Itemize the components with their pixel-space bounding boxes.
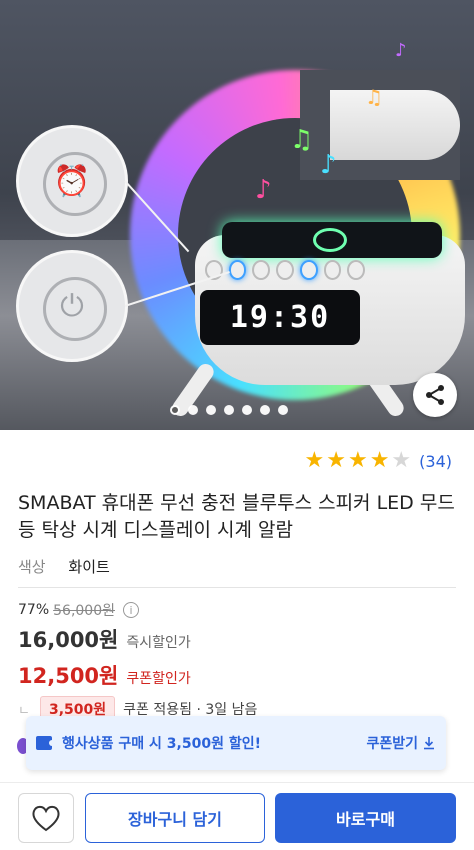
divider	[18, 587, 456, 588]
product-title: SMABAT 휴대폰 무선 충전 블루투스 스피커 LED 무드등 탁상 시계 …	[18, 492, 455, 541]
pagination-dot[interactable]	[260, 405, 270, 415]
option-key: 색상	[18, 558, 46, 576]
wishlist-button[interactable]	[18, 793, 74, 843]
instant-price: 16,000원	[18, 628, 119, 652]
coupon-banner[interactable]: 행사상품 구매 시 3,500원 할인! 쿠폰받기	[26, 716, 446, 770]
add-to-cart-button[interactable]: 장바구니 담기	[85, 793, 265, 843]
review-count[interactable]: (34)	[419, 452, 452, 471]
share-icon	[426, 385, 444, 405]
bottom-action-bar: 장바구니 담기 바로구매	[0, 782, 474, 850]
music-note-icon: ♪	[320, 150, 337, 180]
music-note-icon: ♪	[255, 175, 272, 205]
coupon-icon	[36, 736, 55, 750]
music-note-icon: ♫	[290, 125, 314, 155]
pagination-dot[interactable]	[242, 405, 252, 415]
star-icon: ★	[391, 448, 412, 473]
buy-now-button[interactable]: 바로구매	[275, 793, 456, 843]
pagination-dot[interactable]	[206, 405, 216, 415]
alarm-callout: ⏰	[16, 125, 128, 237]
alarm-clock-icon: ⏰	[53, 163, 91, 199]
power-callout: ⏻	[16, 250, 128, 362]
coupon-price: 12,500원	[18, 664, 119, 688]
clock-display: 19:30	[200, 290, 360, 345]
instant-price-label: 즉시할인가	[126, 635, 191, 651]
option-row: 색상 화이트	[18, 556, 110, 577]
star-icon: ★	[369, 448, 390, 473]
share-button[interactable]	[413, 373, 457, 417]
pagination-dot[interactable]	[224, 405, 234, 415]
discount-row: 77% 56,000원 i	[18, 600, 139, 620]
coupon-price-row: 12,500원 쿠폰할인가	[18, 660, 191, 690]
pagination-dot[interactable]	[170, 405, 180, 415]
lamp-arm	[330, 90, 460, 160]
coupon-price-label: 쿠폰할인가	[126, 671, 191, 687]
original-price: 56,000원	[53, 603, 115, 619]
charger-ring	[313, 228, 347, 252]
pagination-dot[interactable]	[188, 405, 198, 415]
star-icon: ★	[326, 448, 346, 473]
banner-message: 행사상품 구매 시 3,500원 할인!	[62, 736, 261, 752]
star-icon: ★	[304, 448, 325, 473]
discount-percent: 77%	[18, 602, 50, 618]
star-icon: ★	[347, 448, 368, 473]
product-image[interactable]: 19:30 ♪ ♫ ♪ ♫ ♪ ⏰ ⏻	[0, 0, 474, 430]
get-coupon-button[interactable]: 쿠폰받기	[366, 733, 436, 753]
rating[interactable]: ★ ★ ★ ★ ★ (34)	[304, 450, 452, 472]
download-icon	[424, 737, 434, 750]
music-note-icon: ♪	[395, 40, 407, 61]
power-icon: ⏻	[60, 288, 84, 324]
image-pagination[interactable]	[170, 405, 288, 415]
pagination-dot[interactable]	[278, 405, 288, 415]
get-coupon-label: 쿠폰받기	[366, 736, 418, 752]
music-note-icon: ♫	[365, 85, 383, 109]
option-value: 화이트	[68, 558, 110, 576]
instant-price-row: 16,000원 즉시할인가	[18, 624, 191, 654]
heart-icon	[32, 805, 60, 832]
info-icon[interactable]: i	[123, 602, 139, 618]
